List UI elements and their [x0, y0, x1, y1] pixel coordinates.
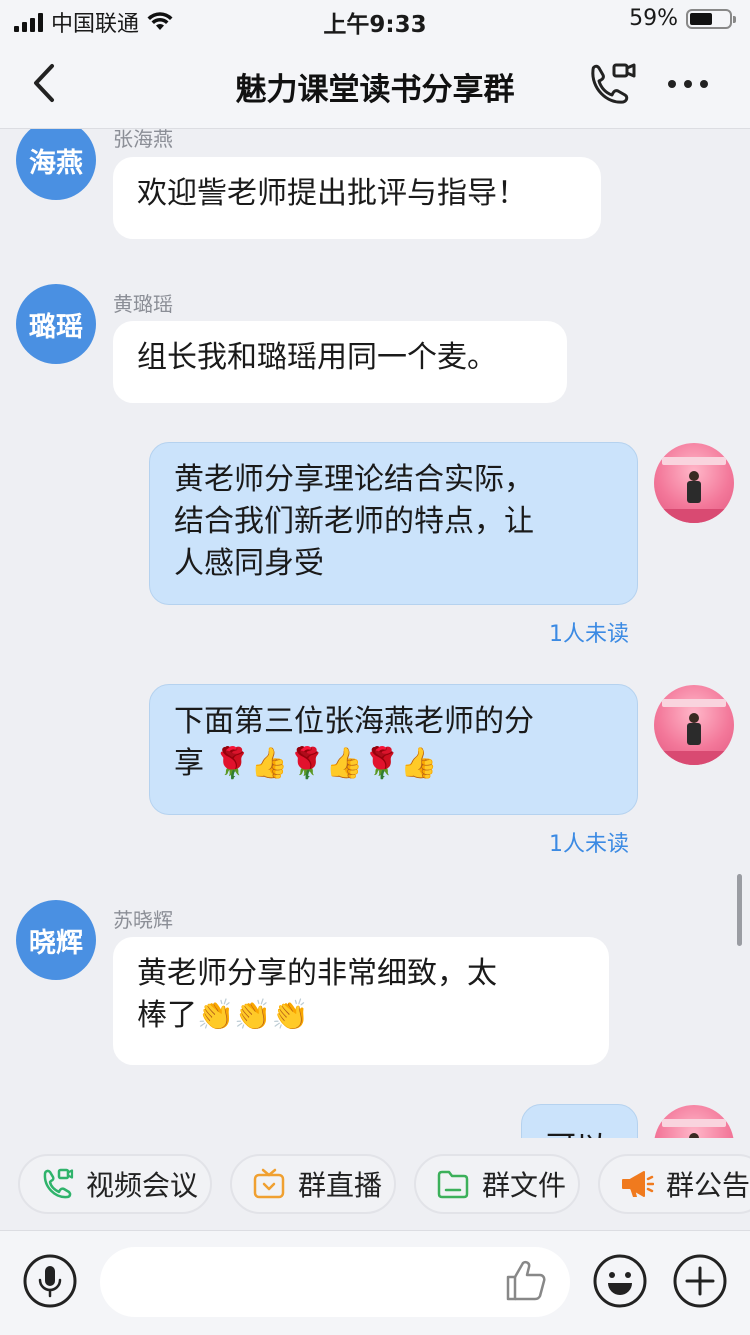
- chip-label: 视频会议: [86, 1169, 199, 1202]
- my-message-bubble[interactable]: 可以: [521, 1104, 638, 1138]
- avatar[interactable]: 海燕: [16, 129, 96, 200]
- quick-actions-bar: 视频会议 群直播 群文件 群公告: [0, 1138, 750, 1230]
- unread-status[interactable]: 1人未读: [549, 826, 629, 858]
- message-text-line: 人感同身受: [174, 546, 324, 581]
- emoji-icon[interactable]: [592, 1253, 648, 1309]
- thumbs-up-icon[interactable]: [500, 1255, 552, 1307]
- avatar[interactable]: 晓辉: [16, 900, 96, 980]
- add-more-icon[interactable]: [672, 1253, 728, 1309]
- message-bubble[interactable]: 欢迎訾老师提出批评与指导！: [113, 157, 601, 239]
- my-avatar[interactable]: [654, 1105, 734, 1138]
- battery-icon: [686, 8, 736, 29]
- message-text-line: 黄老师分享理论结合实际，: [174, 462, 534, 497]
- sender-name: 苏晓辉: [113, 908, 173, 932]
- group-live-button[interactable]: 群直播: [230, 1154, 396, 1214]
- folder-icon: [437, 1170, 469, 1199]
- my-avatar[interactable]: [654, 443, 734, 523]
- unread-status[interactable]: 1人未读: [549, 616, 629, 648]
- message-text-line: 棒了: [137, 998, 197, 1033]
- rose-thumbs-up-emoji: 🌹👍🌹👍🌹👍: [213, 746, 438, 781]
- message-text-line: 享: [174, 746, 204, 781]
- message-text: 组长我和璐瑶用同一个麦。: [137, 340, 497, 375]
- megaphone-icon: [622, 1171, 654, 1197]
- chat-header: 魅力课堂读书分享群: [0, 40, 750, 129]
- sender-name: 黄璐瑶: [113, 292, 173, 316]
- voice-input-icon[interactable]: [22, 1253, 78, 1309]
- avatar[interactable]: 璐瑶: [16, 284, 96, 364]
- sender-name: 张海燕: [113, 129, 173, 151]
- input-bar: [0, 1230, 750, 1335]
- message-list[interactable]: 海燕 张海燕 欢迎訾老师提出批评与指导！ 璐瑶 黄璐瑶 组长我和璐瑶用同一个麦。…: [0, 129, 750, 1138]
- chip-label: 群公告: [666, 1169, 750, 1202]
- message-bubble[interactable]: 黄老师分享的非常细致，太 棒了👏👏👏: [113, 937, 609, 1065]
- video-meeting-button[interactable]: 视频会议: [18, 1154, 212, 1214]
- battery-percent: 59%: [629, 6, 678, 31]
- message-text-line: 下面第三位张海燕老师的分: [174, 704, 534, 739]
- message-text-line: 结合我们新老师的特点，让: [174, 504, 534, 539]
- message-bubble[interactable]: 组长我和璐瑶用同一个麦。: [113, 321, 567, 403]
- clapping-hands-emoji: 👏👏👏: [197, 998, 310, 1033]
- scrollbar[interactable]: [737, 874, 742, 946]
- more-options-icon[interactable]: [660, 62, 716, 106]
- video-call-icon: [43, 1168, 74, 1199]
- my-message-bubble[interactable]: 黄老师分享理论结合实际， 结合我们新老师的特点，让 人感同身受: [149, 442, 638, 605]
- status-bar: 中国联通 上午9:33 59%: [0, 0, 750, 40]
- message-text: 欢迎訾老师提出批评与指导！: [137, 176, 527, 211]
- message-text-line: 黄老师分享的非常细致，太: [137, 956, 497, 991]
- my-message-bubble[interactable]: 下面第三位张海燕老师的分 享 🌹👍🌹👍🌹👍: [149, 684, 638, 815]
- chip-label: 群直播: [298, 1169, 383, 1202]
- group-announcement-button[interactable]: 群公告: [598, 1154, 750, 1214]
- my-avatar[interactable]: [654, 685, 734, 765]
- live-tv-icon: [253, 1168, 285, 1199]
- group-files-button[interactable]: 群文件: [414, 1154, 580, 1214]
- group-call-icon[interactable]: [585, 60, 639, 110]
- message-text: 可以: [546, 1130, 606, 1138]
- chip-label: 群文件: [482, 1169, 567, 1202]
